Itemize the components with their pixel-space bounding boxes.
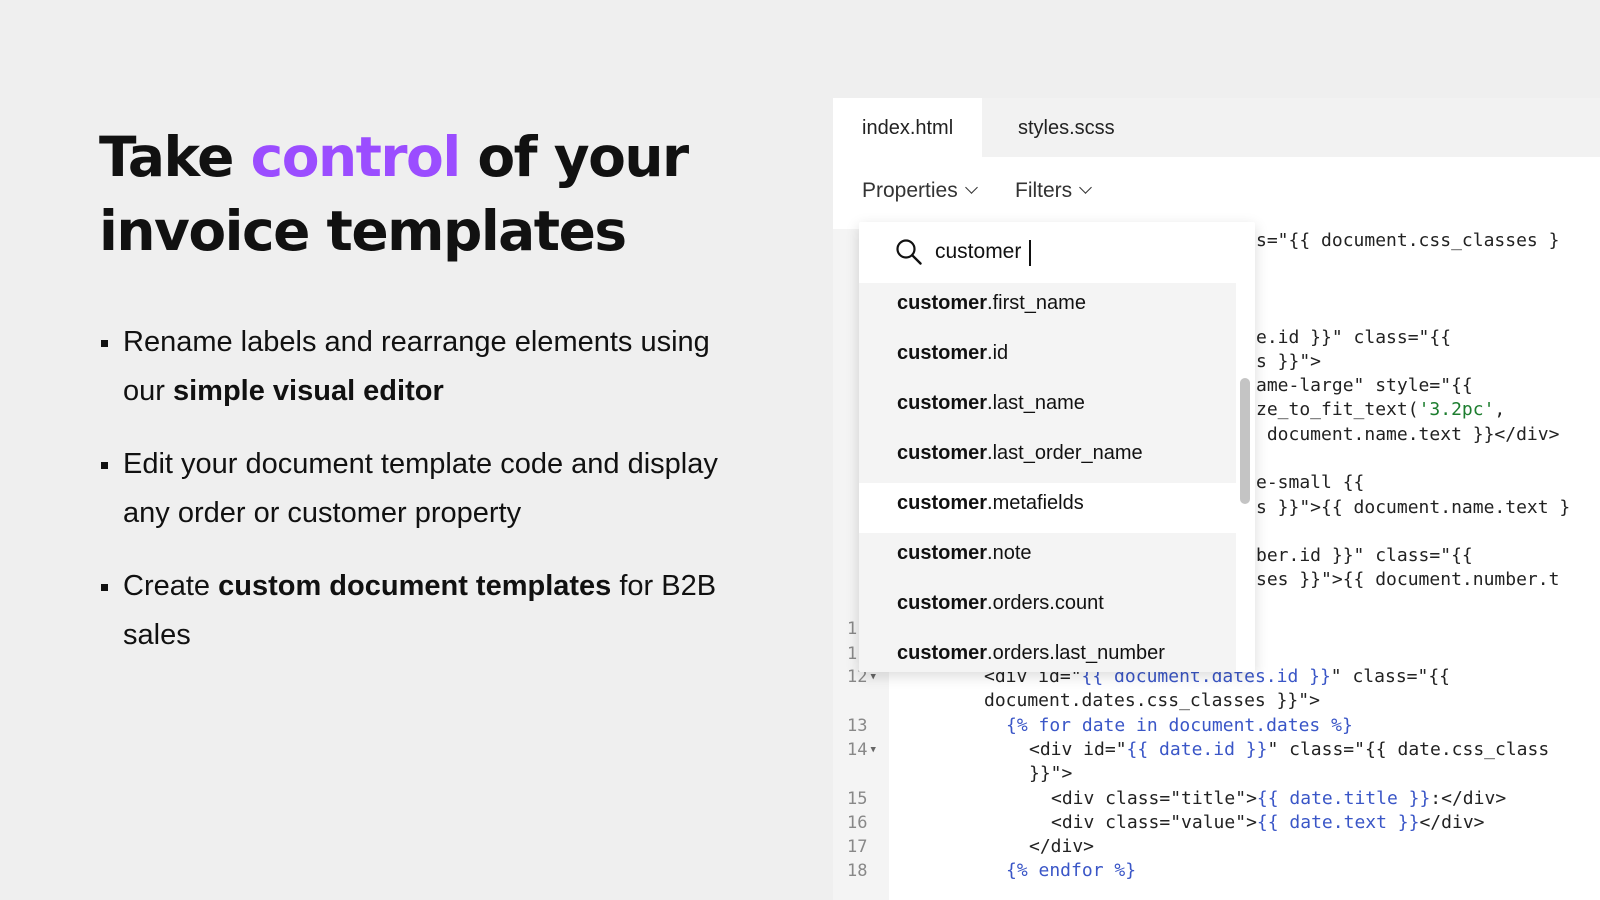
option-rest: .first_name <box>987 292 1086 314</box>
code-line[interactable]: s }}">{{ document.name.text } <box>1256 497 1570 518</box>
code-line[interactable]: document.dates.css_classes }}"> <box>984 690 1320 711</box>
line-number: 1 <box>847 644 858 664</box>
option-rest: .note <box>987 542 1032 564</box>
property-option[interactable]: customer.id <box>859 333 1236 383</box>
text-cursor <box>1029 240 1031 266</box>
code-line[interactable]: document.name.text }}</div> <box>1256 424 1560 445</box>
page-headline: Take control of your invoice templates <box>99 120 739 268</box>
code-line[interactable]: e-small {{ <box>1256 472 1364 493</box>
property-search-dropdown: customer.first_name customer.id customer… <box>859 222 1255 672</box>
feature-item: Rename labels and rearrange elements usi… <box>99 318 719 416</box>
property-search-row <box>859 222 1255 282</box>
tab-index-html[interactable]: index.html <box>833 98 983 157</box>
property-option-highlighted[interactable]: customer.metafields <box>859 483 1236 533</box>
option-rest: .last_order_name <box>987 442 1143 464</box>
feature-text: Create <box>123 570 219 602</box>
editor-toolbar: Properties Filters <box>833 157 1600 229</box>
code-line[interactable]: }}"> <box>1029 763 1072 784</box>
option-rest: .orders.last_number <box>987 642 1165 664</box>
property-option[interactable]: customer.orders.count <box>859 583 1236 633</box>
code-line[interactable]: s="{{ document.css_classes } <box>1256 230 1559 251</box>
option-match: customer <box>897 342 988 364</box>
line-number: 1 <box>847 619 858 639</box>
option-rest: .last_name <box>987 392 1085 414</box>
option-match: customer <box>897 442 988 464</box>
option-match: customer <box>897 642 988 664</box>
code-line[interactable]: <div id="{{ date.id }}" class="{{ date.c… <box>1029 739 1549 760</box>
search-icon <box>896 239 922 265</box>
property-option[interactable]: customer.first_name <box>859 283 1236 333</box>
option-match: customer <box>897 292 988 314</box>
properties-label: Properties <box>862 179 958 202</box>
fold-arrow-icon[interactable]: ▼ <box>870 672 875 682</box>
option-match: customer <box>897 542 988 564</box>
property-option[interactable]: customer.last_order_name <box>859 433 1236 483</box>
headline-text-pre: Take <box>99 125 251 189</box>
property-search-input[interactable] <box>935 236 1215 268</box>
line-number: 18 <box>847 861 868 881</box>
code-line[interactable]: {% for date in document.dates %} <box>1006 715 1353 736</box>
scrollbar-thumb[interactable] <box>1240 378 1250 504</box>
option-match: customer <box>897 392 988 414</box>
line-number: 13 <box>847 716 868 736</box>
code-line[interactable]: <div class="value">{{ date.text }}</div> <box>1051 812 1485 833</box>
code-line[interactable]: ze_to_fit_text('3.2pc', <box>1256 399 1505 420</box>
dropdown-scrollbar[interactable] <box>1236 282 1255 672</box>
code-line[interactable]: ame-large" style="{{ <box>1256 375 1473 396</box>
feature-list: Rename labels and rearrange elements usi… <box>99 318 719 684</box>
property-option[interactable]: customer.note <box>859 533 1236 583</box>
code-line[interactable]: {% endfor %} <box>1006 860 1136 881</box>
code-line[interactable]: </div> <box>1029 836 1094 857</box>
chevron-down-icon <box>964 181 978 194</box>
line-number: 14 ▼ <box>847 740 876 760</box>
line-number: 17 <box>847 837 868 857</box>
feature-item: Edit your document template code and dis… <box>99 440 719 538</box>
properties-dropdown-button[interactable]: Properties <box>862 179 978 203</box>
line-number: 15 <box>847 789 868 809</box>
code-line[interactable]: s }}"> <box>1256 351 1321 372</box>
chevron-down-icon <box>1079 181 1093 194</box>
filters-dropdown-button[interactable]: Filters <box>1015 179 1093 203</box>
property-option[interactable]: customer.last_name <box>859 383 1236 433</box>
feature-text: Edit your document template code and dis… <box>123 448 718 529</box>
code-line[interactable]: ber.id }}" class="{{ <box>1256 545 1473 566</box>
code-line[interactable]: <div class="title">{{ date.title }}:</di… <box>1051 788 1506 809</box>
code-line[interactable]: ses }}">{{ document.number.t <box>1256 569 1559 590</box>
option-rest: .orders.count <box>987 592 1104 614</box>
headline-accent-word: control <box>250 125 462 189</box>
line-number-text: 14 <box>847 740 868 760</box>
code-line[interactable]: e.id }}" class="{{ <box>1256 327 1451 348</box>
option-rest: .metafields <box>987 492 1084 514</box>
fold-arrow-icon[interactable]: ▼ <box>870 745 875 755</box>
feature-item: Create custom document templates for B2B… <box>99 562 719 660</box>
property-option[interactable]: customer.orders.last_number <box>859 633 1236 672</box>
option-match: customer <box>897 592 988 614</box>
tab-styles-scss[interactable]: styles.scss <box>989 98 1144 157</box>
option-rest: .id <box>987 342 1009 364</box>
feature-emphasis: custom document templates <box>218 570 612 602</box>
filters-label: Filters <box>1015 179 1073 202</box>
option-match: customer <box>897 492 988 514</box>
file-tabs: index.html styles.scss <box>833 98 1600 157</box>
line-number: 16 <box>847 813 868 833</box>
property-option-list: customer.first_name customer.id customer… <box>859 283 1236 672</box>
feature-emphasis: simple visual editor <box>172 375 444 407</box>
